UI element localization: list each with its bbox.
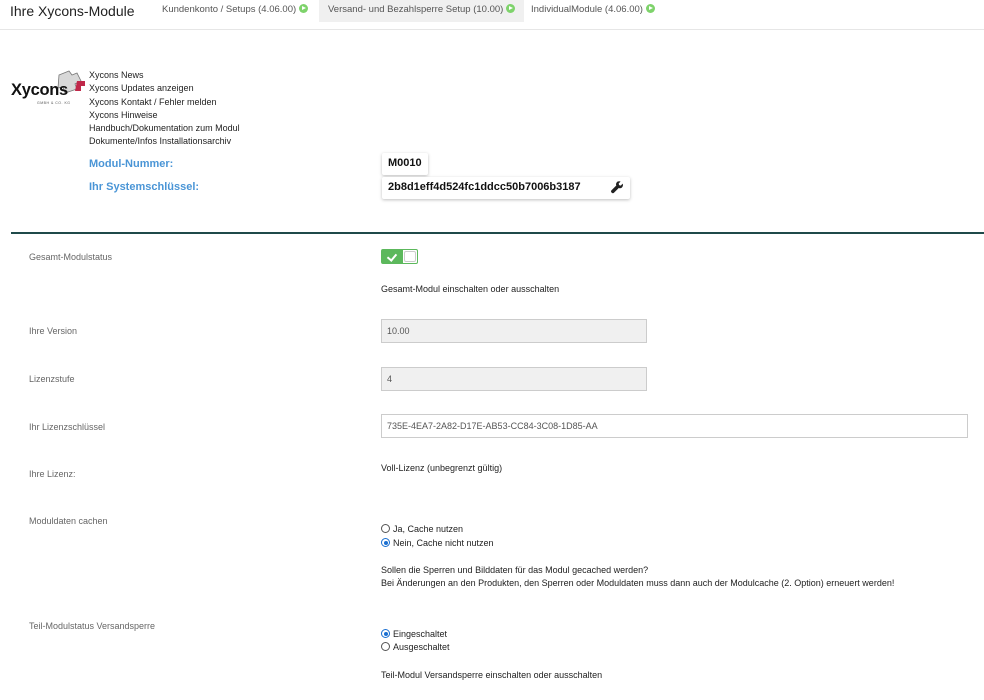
arrow-circle-icon (645, 4, 655, 13)
cache-help-2: Bei Änderungen an den Produkten, den Spe… (381, 578, 895, 588)
top-navigation-bar: Ihre Xycons-Module Kundenkonto / Setups … (0, 0, 984, 30)
link-hints[interactable]: Xycons Hinweise (89, 109, 240, 122)
cache-option-yes[interactable]: Ja, Cache nutzen (381, 523, 463, 536)
arrow-circle-icon (299, 4, 309, 13)
module-number-label: Modul-Nummer: (89, 158, 174, 170)
tab-kundenkonto[interactable]: Kundenkonto / Setups (4.06.00) (153, 0, 317, 22)
tab-label: IndividualModule (4.06.00) (531, 4, 643, 15)
partial-help: Teil-Modul Versandsperre einschalten ode… (381, 670, 603, 680)
page-title: Ihre Xycons-Module (10, 3, 135, 19)
logo-subtext: GMBH & CO. KG (37, 101, 71, 105)
status-help: Gesamt-Modul einschalten oder ausschalte… (381, 284, 560, 294)
module-status-toggle[interactable] (381, 249, 418, 264)
logo-text: Xycons (11, 81, 68, 99)
license-key-input[interactable]: 735E-4EA7-2A82-D17E-AB53-CC84-3C08-1D85-… (381, 414, 968, 438)
checkmark-icon (382, 250, 403, 263)
module-number-value: M0010 (382, 153, 428, 175)
xycons-links: Xycons News Xycons Updates anzeigen Xyco… (89, 69, 240, 149)
partial-option-on[interactable]: Eingeschaltet (381, 628, 447, 641)
tab-label: Versand- und Bezahlsperre Setup (10.00) (328, 4, 504, 15)
xycons-logo: Xycons GMBH & CO. KG (11, 69, 87, 105)
radio-label: Eingeschaltet (393, 629, 448, 639)
radio-label: Ausgeschaltet (393, 642, 450, 652)
link-manual[interactable]: Handbuch/Dokumentation zum Modul (89, 122, 240, 135)
radio-button[interactable] (381, 524, 390, 533)
link-updates[interactable]: Xycons Updates anzeigen (89, 82, 240, 95)
partial-status-label: Teil-Modulstatus Versandsperre (29, 621, 156, 631)
section-divider (11, 232, 984, 234)
tab-individualmodule[interactable]: IndividualModule (4.06.00) (522, 0, 664, 22)
cache-label: Moduldaten cachen (29, 516, 108, 526)
system-key-field[interactable]: 2b8d1eff4d524fc1ddcc50b7006b3187 (382, 177, 630, 199)
radio-button[interactable] (381, 642, 390, 651)
license-level-label: Lizenzstufe (29, 374, 75, 384)
link-contact[interactable]: Xycons Kontakt / Fehler melden (89, 96, 240, 109)
toggle-knob (404, 251, 416, 262)
license-value: Voll-Lizenz (unbegrenzt gültig) (381, 463, 503, 473)
version-field: 10.00 (381, 319, 647, 343)
link-news[interactable]: Xycons News (89, 69, 240, 82)
radio-label: Nein, Cache nicht nutzen (393, 538, 494, 548)
radio-button[interactable] (381, 538, 390, 547)
link-documents[interactable]: Dokumente/Infos Installationsarchiv (89, 135, 240, 148)
tab-versand-bezahlsperre[interactable]: Versand- und Bezahlsperre Setup (10.00) (319, 0, 525, 22)
status-label: Gesamt-Modulstatus (29, 252, 113, 262)
system-key-label: Ihr Systemschlüssel: (89, 181, 200, 193)
partial-option-off[interactable]: Ausgeschaltet (381, 641, 450, 654)
license-label: Ihre Lizenz: (29, 469, 76, 479)
license-key-label: Ihr Lizenzschlüssel (29, 422, 106, 432)
radio-label: Ja, Cache nutzen (393, 524, 464, 534)
license-level-field: 4 (381, 367, 647, 391)
version-label: Ihre Version (29, 326, 78, 336)
radio-button[interactable] (381, 629, 390, 638)
arrow-circle-icon (506, 4, 516, 13)
system-key-value: 2b8d1eff4d524fc1ddcc50b7006b3187 (388, 181, 581, 193)
cache-help-1: Sollen die Sperren und Bilddaten für das… (381, 565, 649, 575)
wrench-icon[interactable] (610, 180, 624, 194)
tab-label: Kundenkonto / Setups (4.06.00) (162, 4, 297, 15)
cache-option-no[interactable]: Nein, Cache nicht nutzen (381, 537, 494, 550)
